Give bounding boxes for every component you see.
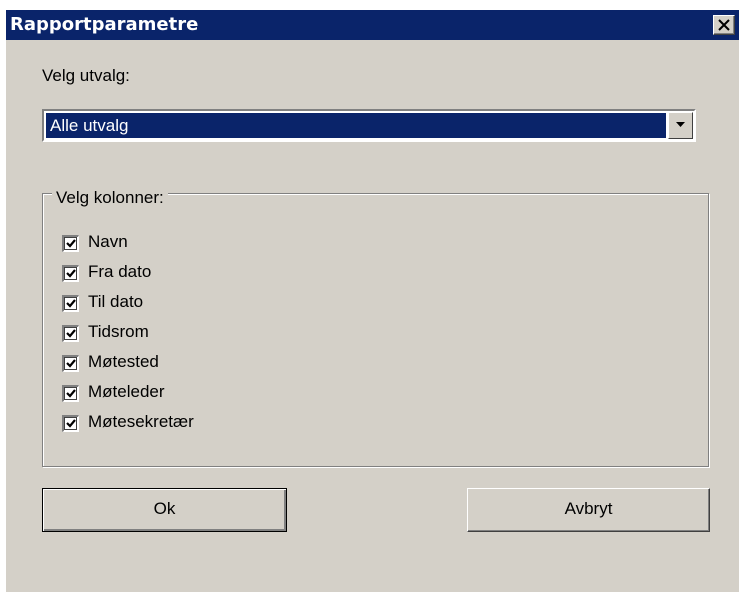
selection-value: Alle utvalg bbox=[46, 113, 666, 138]
checkbox-box[interactable] bbox=[62, 415, 79, 432]
dropdown-button[interactable] bbox=[668, 112, 693, 139]
window-title: Rapportparametre bbox=[10, 14, 199, 35]
dialog-window: Rapportparametre Velg utvalg: Alle utval… bbox=[6, 10, 739, 592]
checkmark-icon bbox=[66, 389, 76, 398]
checkbox-box[interactable] bbox=[62, 265, 79, 282]
checkbox-box[interactable] bbox=[62, 325, 79, 342]
checkbox-label: Tidsrom bbox=[88, 322, 149, 341]
checkbox-label: Møtesekretær bbox=[88, 412, 194, 431]
checkbox-label: Fra dato bbox=[88, 262, 152, 281]
checkbox-label: Til dato bbox=[88, 292, 144, 311]
checkbox-box[interactable] bbox=[62, 235, 79, 252]
checkmark-icon bbox=[66, 359, 76, 368]
checkbox-box[interactable] bbox=[62, 385, 79, 402]
checkmark-icon bbox=[66, 329, 76, 338]
checkmark-icon bbox=[66, 269, 76, 278]
columns-legend: Velg kolonner: bbox=[52, 188, 168, 208]
cancel-button[interactable]: Avbryt bbox=[467, 488, 710, 532]
checkmark-icon bbox=[66, 239, 76, 248]
title-bar[interactable]: Rapportparametre bbox=[6, 10, 739, 40]
checkbox-box[interactable] bbox=[62, 355, 79, 372]
checkmark-icon bbox=[66, 299, 76, 308]
chevron-down-icon bbox=[676, 122, 685, 127]
select-label: Velg utvalg: bbox=[42, 66, 130, 85]
checkbox-label: Møtested bbox=[88, 352, 159, 371]
checkbox-box[interactable] bbox=[62, 295, 79, 312]
checkmark-icon bbox=[66, 419, 76, 428]
checkbox-label: Navn bbox=[88, 232, 128, 251]
ok-button[interactable]: Ok bbox=[42, 488, 287, 532]
close-button[interactable] bbox=[713, 15, 735, 35]
close-icon bbox=[718, 19, 730, 31]
selection-dropdown[interactable]: Alle utvalg bbox=[42, 109, 696, 142]
checkbox-label: Møteleder bbox=[88, 382, 165, 401]
